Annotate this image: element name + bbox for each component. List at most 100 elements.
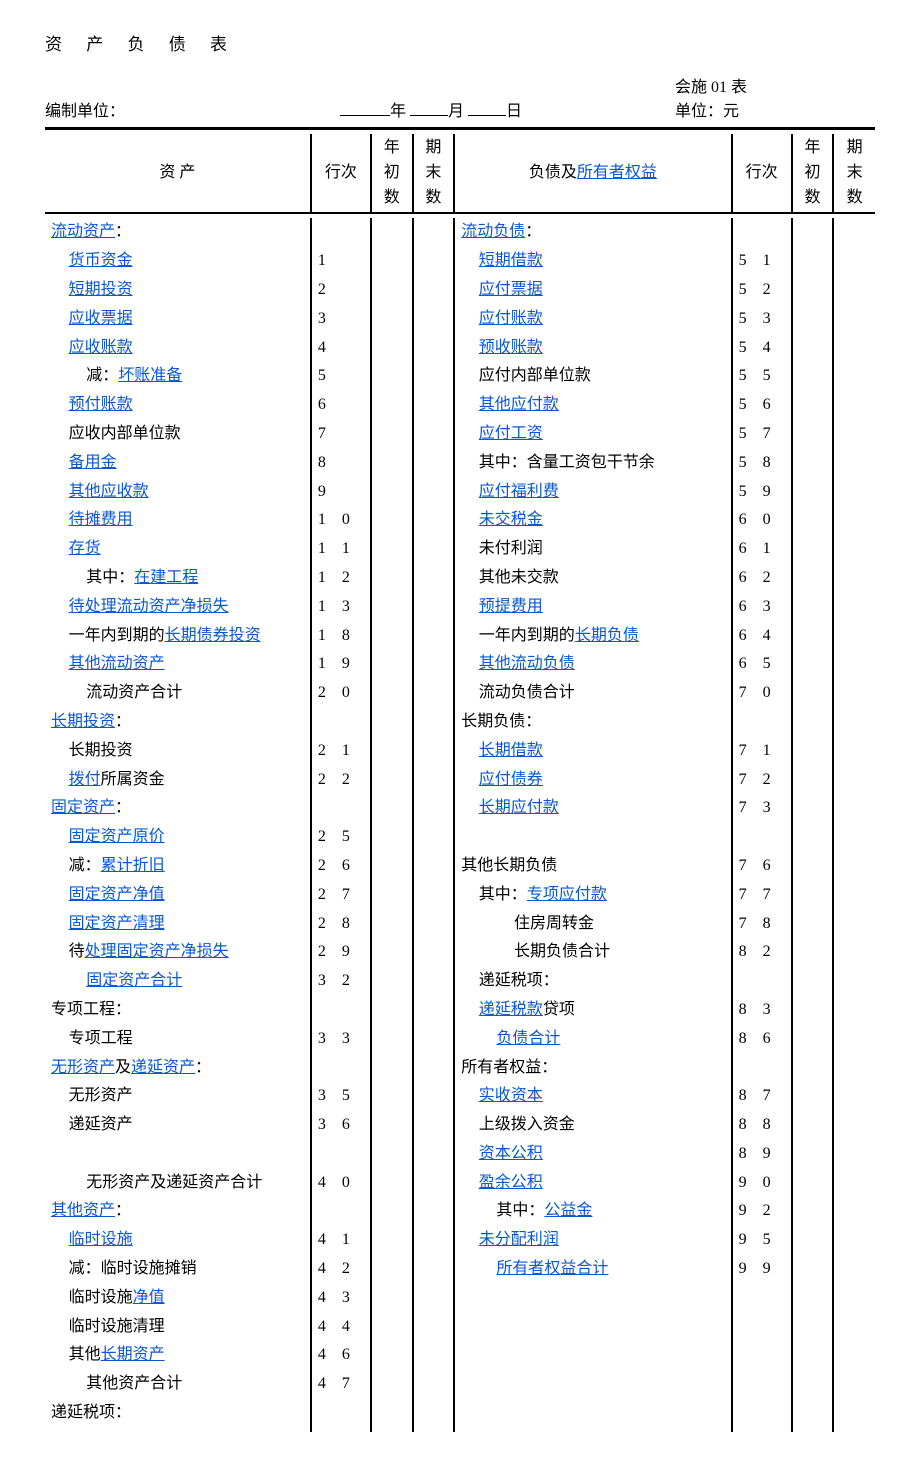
term-link[interactable]: 资本公积	[479, 1145, 543, 1162]
term-link[interactable]: 未交税金	[479, 511, 543, 528]
row-num-right: 6 1	[732, 535, 792, 564]
asset-cell: 临时设施清理	[45, 1313, 311, 1342]
term-link[interactable]: 公益金	[544, 1202, 592, 1219]
term-link[interactable]: 应付债券	[479, 771, 543, 788]
term-link[interactable]: 递延资产	[131, 1059, 195, 1076]
term-link[interactable]: 固定资产合计	[86, 972, 182, 989]
term-link[interactable]: 净值	[133, 1289, 165, 1306]
term-link[interactable]: 短期借款	[479, 252, 543, 269]
asset-cell: 固定资产净值	[45, 881, 311, 910]
table-row: 长期投资2 1长期借款7 1	[45, 737, 875, 766]
liab-cell: 长期负债：	[454, 708, 731, 737]
owners-equity-link[interactable]: 所有者权益	[577, 164, 657, 181]
year-begin-right	[792, 362, 834, 391]
term-link[interactable]: 应付票据	[479, 281, 543, 298]
day-label: 日	[506, 103, 522, 120]
term-link[interactable]: 流动负债	[461, 223, 525, 240]
period-end-right	[833, 1140, 875, 1169]
term-link[interactable]: 其他流动资产	[69, 655, 165, 672]
liab-cell: 其他流动负债	[454, 650, 731, 679]
term-link[interactable]: 临时设施	[69, 1231, 133, 1248]
row-num-left: 4 1	[311, 1226, 371, 1255]
year-begin-right	[792, 938, 834, 967]
year-begin-right	[792, 708, 834, 737]
term-link[interactable]: 长期借款	[479, 742, 543, 759]
term-link[interactable]: 固定资产净值	[69, 886, 165, 903]
term-link[interactable]: 预收账款	[479, 339, 543, 356]
term-link[interactable]: 其他应付款	[479, 396, 559, 413]
term-link[interactable]: 未分配利润	[479, 1231, 559, 1248]
term-link[interactable]: 负债合计	[496, 1030, 560, 1047]
term-link[interactable]: 无形资产	[51, 1059, 115, 1076]
term-link[interactable]: 应收账款	[69, 339, 133, 356]
term-link[interactable]: 备用金	[69, 454, 117, 471]
row-num-left: 2 5	[311, 823, 371, 852]
asset-cell: 应收票据	[45, 305, 311, 334]
term-link[interactable]: 待摊费用	[69, 511, 133, 528]
term-link[interactable]: 预提费用	[479, 598, 543, 615]
term-link[interactable]: 所有者权益合计	[496, 1260, 608, 1277]
term-link[interactable]: 固定资产	[51, 799, 115, 816]
year-begin-left	[371, 1226, 413, 1255]
row-num-left: 4	[311, 334, 371, 363]
term-link[interactable]: 长期应付款	[479, 799, 559, 816]
term-link[interactable]: 累计折旧	[101, 857, 165, 874]
row-num-left: 2 7	[311, 881, 371, 910]
term-link[interactable]: 处理固定资产净损失	[85, 943, 229, 960]
year-begin-right	[792, 564, 834, 593]
term-link[interactable]: 流动资产	[51, 223, 115, 240]
year-begin-left	[371, 679, 413, 708]
term-link[interactable]: 存货	[69, 540, 101, 557]
term-link[interactable]: 长期债券投资	[165, 627, 261, 644]
liab-cell: 应付账款	[454, 305, 731, 334]
row-num-left: 2 2	[311, 766, 371, 795]
term-link[interactable]: 拨付	[69, 771, 101, 788]
asset-cell: 待摊费用	[45, 506, 311, 535]
year-begin-right	[792, 794, 834, 823]
table-row: 减：临时设施摊销4 2所有者权益合计9 9	[45, 1255, 875, 1284]
asset-cell: 减：临时设施摊销	[45, 1255, 311, 1284]
term-link[interactable]: 固定资产清理	[69, 915, 165, 932]
liab-prefix: 负债及	[529, 164, 577, 181]
period-end-right	[833, 535, 875, 564]
row-num-right: 5 5	[732, 362, 792, 391]
year-begin-left	[371, 535, 413, 564]
term-link[interactable]: 应付福利费	[479, 483, 559, 500]
term-link[interactable]: 应付工资	[479, 425, 543, 442]
term-link[interactable]: 应付账款	[479, 310, 543, 327]
table-row: 其他长期资产4 6	[45, 1341, 875, 1370]
asset-cell: 其他长期资产	[45, 1341, 311, 1370]
period-end-right	[833, 276, 875, 305]
term-link[interactable]: 其他流动负债	[479, 655, 575, 672]
term-link[interactable]: 货币资金	[69, 252, 133, 269]
term-link[interactable]: 实收资本	[479, 1087, 543, 1104]
term-link[interactable]: 其他应收款	[69, 483, 149, 500]
term-link[interactable]: 短期投资	[69, 281, 133, 298]
term-link[interactable]: 盈余公积	[479, 1174, 543, 1191]
table-row: 临时设施净值4 3	[45, 1284, 875, 1313]
year-begin-right	[792, 622, 834, 651]
form-code: 会施 01 表	[675, 73, 875, 97]
year-begin-left	[371, 593, 413, 622]
term-link[interactable]: 长期资产	[101, 1346, 165, 1363]
term-link[interactable]: 预付账款	[69, 396, 133, 413]
period-end-right	[833, 1082, 875, 1111]
term-link[interactable]: 待处理流动资产净损失	[69, 598, 229, 615]
row-num-right: 7 8	[732, 910, 792, 939]
period-end-right	[833, 910, 875, 939]
term-link[interactable]: 递延税款	[479, 1001, 543, 1018]
term-link[interactable]: 长期投资	[51, 713, 115, 730]
term-link[interactable]: 坏账准备	[118, 367, 182, 384]
liab-cell: 其中：专项应付款	[454, 881, 731, 910]
term-link[interactable]: 长期负债	[575, 627, 639, 644]
liab-cell: 未交税金	[454, 506, 731, 535]
term-link[interactable]: 其他资产	[51, 1202, 115, 1219]
term-link[interactable]: 在建工程	[134, 569, 198, 586]
period-end-right	[833, 1025, 875, 1054]
table-row: 长期投资：长期负债：	[45, 708, 875, 737]
term-link[interactable]: 应收票据	[69, 310, 133, 327]
liab-cell: 递延税款贷项	[454, 996, 731, 1025]
term-link[interactable]: 专项应付款	[527, 886, 607, 903]
term-link[interactable]: 固定资产原价	[69, 828, 165, 845]
row-num-left: 4 4	[311, 1313, 371, 1342]
